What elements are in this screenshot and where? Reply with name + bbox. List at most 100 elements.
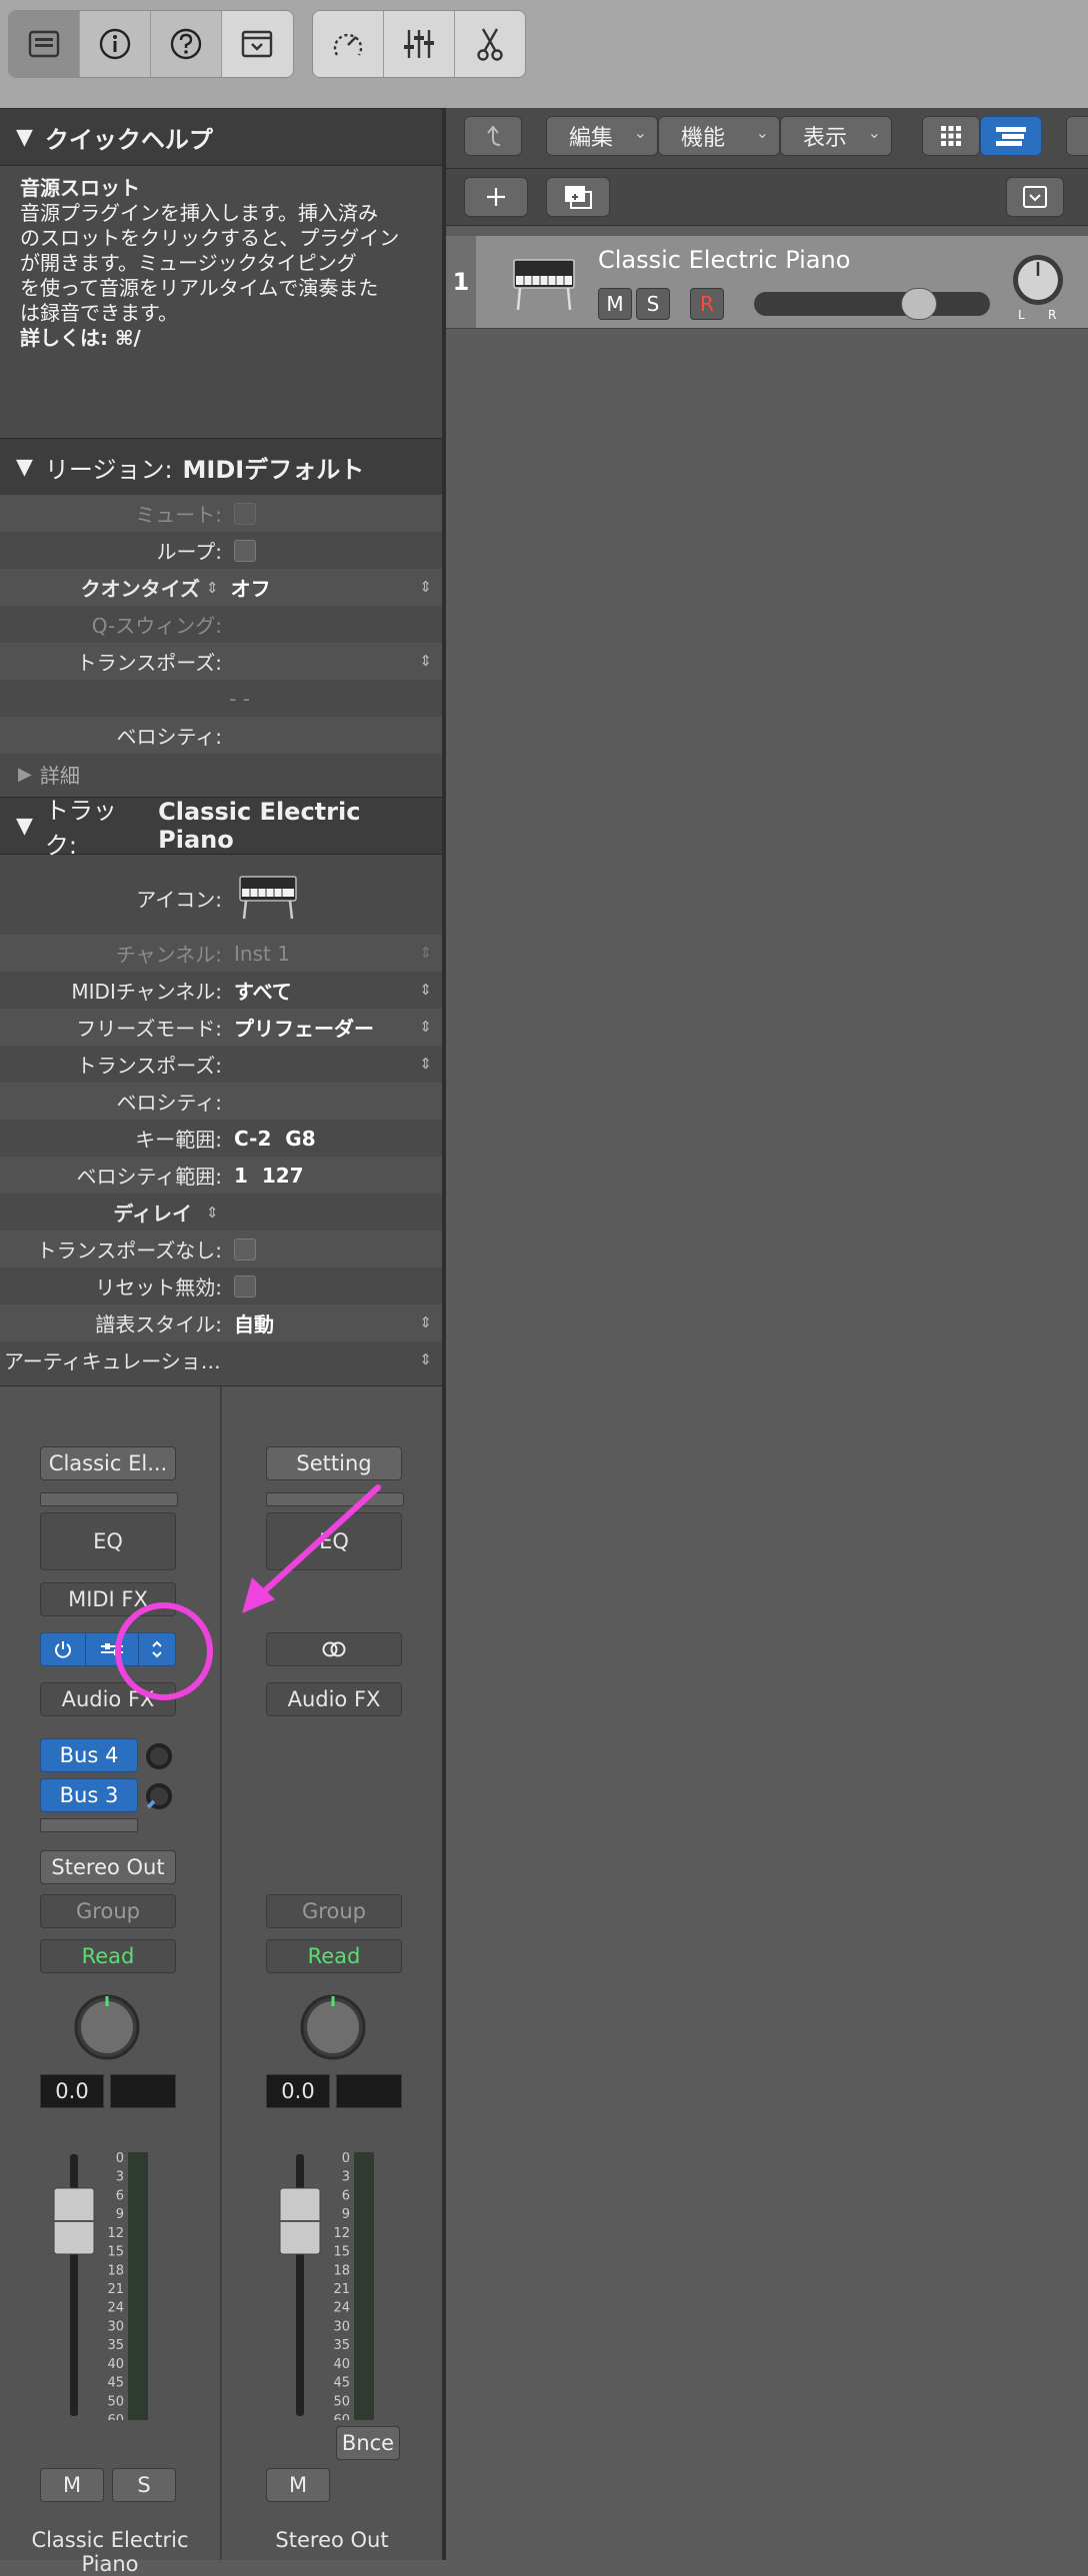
strip1-fader-area[interactable]: 0 3 6 9 12 15 18 21 24 30 35 40 45 50 60	[40, 2150, 160, 2428]
track-name[interactable]: Classic Electric Piano	[598, 246, 850, 274]
quick-help-button[interactable]	[151, 11, 222, 77]
more-toolbar-button[interactable]	[1066, 116, 1088, 156]
strip1-instrument-menu[interactable]	[139, 1633, 175, 1665]
catch-playhead-button[interactable]	[1006, 177, 1064, 217]
track-velocity-row[interactable]: ベロシティ:	[0, 1083, 442, 1120]
help-icon	[170, 28, 202, 60]
strip1-audio-fx-button[interactable]: Audio FX	[40, 1682, 176, 1716]
toolbar-icon	[241, 30, 273, 58]
inspector-button[interactable]	[80, 11, 151, 77]
send-level-knob[interactable]	[144, 1781, 174, 1811]
library-button[interactable]	[9, 11, 80, 77]
editors-button[interactable]	[455, 11, 525, 77]
region-mute-checkbox[interactable]	[234, 502, 256, 525]
region-loop-checkbox[interactable]	[234, 539, 256, 562]
strip2-gain-slot[interactable]	[266, 1492, 404, 1506]
track-inspector-header[interactable]: ▼ トラック: Classic Electric Piano	[0, 797, 442, 860]
strip2-balance-knob[interactable]	[296, 1990, 370, 2064]
strip2-group-button[interactable]: Group	[266, 1894, 402, 1928]
strip1-instrument-open[interactable]	[86, 1633, 139, 1665]
strip2-name[interactable]: Stereo Out	[222, 2528, 442, 2552]
track-key-range-value[interactable]: C-2 G8	[234, 1127, 316, 1151]
grid-view-button[interactable]	[922, 116, 980, 156]
popup-chevron-icon: ⇕	[419, 981, 432, 999]
strip1-setting-button[interactable]: Classic El...	[40, 1446, 176, 1480]
meter-scale-label: 6	[342, 2188, 350, 2203]
track-score-style-value[interactable]: 自動	[234, 1308, 274, 1337]
track-pan-knob[interactable]	[1008, 252, 1068, 312]
strip1-midi-fx-button[interactable]: MIDI FX	[40, 1582, 176, 1616]
track-midi-channel-value[interactable]: すべて	[234, 976, 292, 1005]
strip2-link-button[interactable]	[266, 1632, 402, 1666]
strip2-eq-button[interactable]: EQ	[266, 1512, 402, 1570]
stepper-icon[interactable]: ⇕	[206, 579, 219, 597]
track-freeze-label: フリーズモード:	[76, 1017, 222, 1041]
strip2-automation-button[interactable]: Read	[266, 1939, 402, 1973]
tracks-area[interactable]	[446, 108, 1088, 2559]
strip1-pan-knob[interactable]	[70, 1990, 144, 2064]
strip1-mute-button[interactable]: M	[40, 2468, 104, 2502]
strip1-empty-send-slot[interactable]	[40, 1818, 138, 1832]
send-level-knob[interactable]	[144, 1741, 174, 1771]
region-velocity-row[interactable]: ベロシティ:	[0, 717, 442, 754]
track-transpose-row[interactable]: トランスポーズ: ⇕	[0, 1046, 442, 1083]
track-mute-button[interactable]: M	[598, 288, 632, 320]
track-header-1[interactable]: 1 Classic Electric Piano M S R L R	[446, 236, 1088, 329]
strip1-gain-slot[interactable]	[40, 1492, 178, 1506]
strip1-automation-button[interactable]: Read	[40, 1939, 176, 1973]
popup-chevron-icon: ⇕	[419, 1018, 432, 1036]
track-delay-row[interactable]: ディレイ ⇕	[0, 1194, 442, 1231]
strip2-audio-fx-button[interactable]: Audio FX	[266, 1682, 402, 1716]
quick-help-header[interactable]: ▼ クイックヘルプ	[0, 108, 442, 166]
strip2-setting-button[interactable]: Setting	[266, 1446, 402, 1480]
add-track-button[interactable]	[464, 177, 528, 217]
track-freeze-row[interactable]: フリーズモード: プリフェーダー ⇕	[0, 1009, 442, 1046]
smart-controls-button[interactable]	[313, 11, 384, 77]
strip1-group-button[interactable]: Group	[40, 1894, 176, 1928]
strip1-solo-button[interactable]: S	[112, 2468, 176, 2502]
edit-menu-button[interactable]: 編集 ⌄	[546, 116, 658, 156]
duplicate-track-button[interactable]	[546, 177, 610, 217]
function-menu-button[interactable]: 機能 ⌄	[658, 116, 780, 156]
volume-slider-thumb[interactable]	[901, 288, 937, 320]
strip1-send-bus4[interactable]: Bus 4	[40, 1738, 138, 1772]
strip1-instrument-slot[interactable]	[40, 1632, 176, 1666]
region-transpose-row[interactable]: トランスポーズ: ⇕	[0, 643, 442, 680]
tracks-view-button[interactable]	[980, 116, 1042, 156]
region-detail-row[interactable]: ▶ 詳細	[0, 756, 442, 793]
strip1-instrument-power[interactable]	[41, 1633, 86, 1665]
stepper-icon[interactable]: ⇕	[206, 1204, 219, 1222]
strip1-volume-readout[interactable]: 0.0	[40, 2074, 104, 2108]
track-record-button[interactable]: R	[690, 288, 724, 320]
strip2-fader-area[interactable]: 0 3 6 9 12 15 18 21 24 30 35 40 45 50 60	[266, 2150, 386, 2428]
strip2-bounce-button[interactable]: Bnce	[336, 2426, 400, 2460]
track-volume-slider[interactable]	[754, 288, 990, 320]
track-no-transpose-label: トランスポーズなし:	[36, 1239, 222, 1263]
region-inspector-header[interactable]: ▼ リージョン: MIDIデフォルト	[0, 438, 442, 496]
mixer-button[interactable]	[384, 11, 455, 77]
track-no-reset-checkbox[interactable]	[234, 1275, 256, 1297]
track-key-range-row[interactable]: キー範囲: C-2 G8	[0, 1120, 442, 1157]
region-quantize-row[interactable]: クオンタイズ ⇕ オフ ⇕	[0, 569, 442, 606]
view-menu-button[interactable]: 表示 ⌄	[780, 116, 892, 156]
strip1-send-bus3[interactable]: Bus 3	[40, 1778, 138, 1812]
strip1-name[interactable]: Classic Electric Piano	[0, 2528, 220, 2576]
strip2-mute-button[interactable]: M	[266, 2468, 330, 2502]
track-midi-channel-row[interactable]: MIDIチャンネル: すべて ⇕	[0, 972, 442, 1009]
region-quantize-value[interactable]: オフ	[231, 573, 271, 602]
track-freeze-value[interactable]: プリフェーダー	[234, 1013, 374, 1042]
track-no-transpose-checkbox[interactable]	[234, 1238, 256, 1261]
track-score-style-row[interactable]: 譜表スタイル: 自動 ⇕	[0, 1304, 442, 1341]
track-articulation-row[interactable]: アーティキュレーショ… ⇕	[0, 1341, 442, 1378]
track-velocity-range-row[interactable]: ベロシティ範囲: 1 127	[0, 1157, 442, 1194]
strip2-volume-readout[interactable]: 0.0	[266, 2074, 330, 2108]
track-solo-button[interactable]: S	[636, 288, 670, 320]
meter-scale-label: 50	[333, 2394, 350, 2409]
meter-scale-label: 60	[333, 2413, 350, 2420]
hierarchy-up-button[interactable]	[464, 116, 522, 156]
strip1-output-button[interactable]: Stereo Out	[40, 1850, 176, 1884]
track-velocity-range-value[interactable]: 1 127	[234, 1164, 304, 1188]
strip1-eq-button[interactable]: EQ	[40, 1512, 176, 1570]
toolbar-button[interactable]	[222, 11, 292, 77]
track-icon-button[interactable]	[236, 871, 302, 926]
